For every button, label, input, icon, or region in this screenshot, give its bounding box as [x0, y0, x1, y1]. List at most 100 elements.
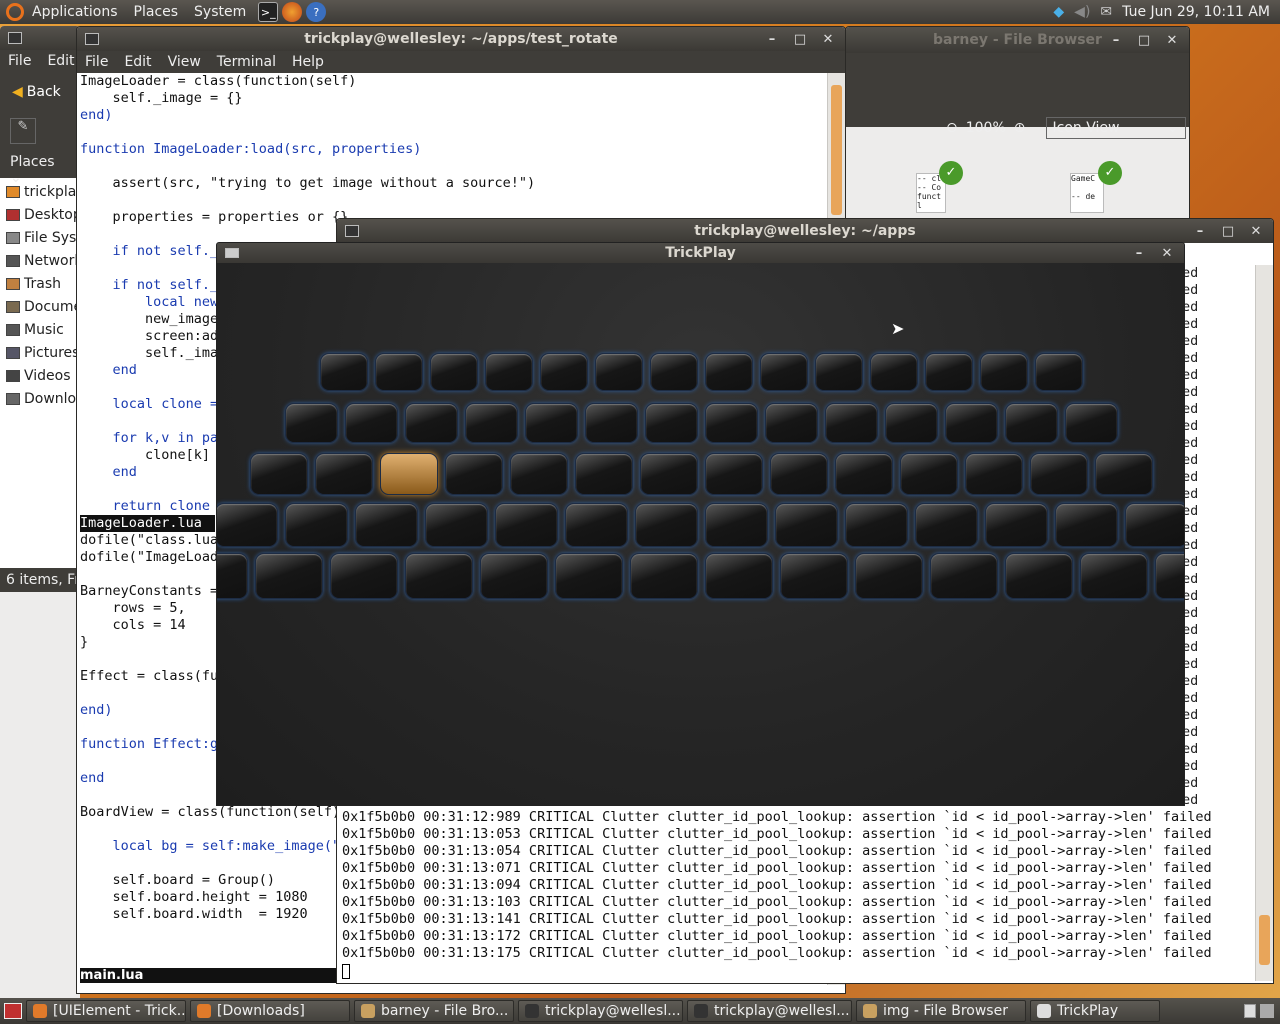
- game-tile[interactable]: [375, 353, 423, 391]
- maximize-icon[interactable]: □: [1221, 224, 1235, 239]
- menu-edit[interactable]: Edit: [116, 54, 159, 70]
- game-tile[interactable]: [485, 353, 533, 391]
- game-tile[interactable]: [525, 403, 578, 443]
- game-tile[interactable]: [510, 453, 568, 495]
- places-dropdown[interactable]: Places ⌄: [0, 150, 80, 186]
- game-tile[interactable]: [760, 353, 808, 391]
- game-tile[interactable]: [705, 403, 758, 443]
- log-scrollbar[interactable]: [1255, 265, 1273, 981]
- mail-icon[interactable]: ✉: [1100, 4, 1112, 20]
- game-tile[interactable]: [640, 453, 698, 495]
- volume-icon[interactable]: ◀): [1074, 4, 1090, 20]
- minimize-icon[interactable]: –: [1109, 33, 1123, 48]
- game-tile[interactable]: [775, 503, 838, 547]
- game-tile[interactable]: [945, 403, 998, 443]
- game-tile[interactable]: [405, 553, 473, 599]
- places-menu[interactable]: Places: [126, 4, 187, 20]
- menu-view[interactable]: View: [160, 54, 209, 70]
- game-tile[interactable]: [1005, 403, 1058, 443]
- edit-location-icon[interactable]: ✎: [10, 118, 36, 144]
- zoom-out-icon[interactable]: ⊖: [946, 120, 958, 136]
- menu-edit[interactable]: Edit: [39, 53, 80, 69]
- game-tile[interactable]: [855, 553, 923, 599]
- dropbox-icon[interactable]: ◆: [1053, 4, 1064, 20]
- place-item[interactable]: Pictures: [0, 341, 80, 364]
- game-tile[interactable]: [315, 453, 373, 495]
- game-tile[interactable]: [1155, 553, 1184, 599]
- game-tile[interactable]: [645, 403, 698, 443]
- game-tile[interactable]: [380, 453, 438, 495]
- game-tile[interactable]: [885, 403, 938, 443]
- game-tile[interactable]: [705, 453, 763, 495]
- game-tile[interactable]: [430, 353, 478, 391]
- game-tile[interactable]: [650, 353, 698, 391]
- clock[interactable]: Tue Jun 29, 10:11 AM: [1122, 4, 1270, 20]
- taskbar-button[interactable]: [UIElement - Trick...: [26, 1000, 186, 1022]
- workspace-switcher-icon[interactable]: [1260, 1004, 1274, 1018]
- game-tile[interactable]: [575, 453, 633, 495]
- game-tile[interactable]: [765, 403, 818, 443]
- game-tile[interactable]: [985, 503, 1048, 547]
- game-tile[interactable]: [250, 453, 308, 495]
- trash-applet-icon[interactable]: [1244, 1004, 1256, 1018]
- place-item[interactable]: Documents: [0, 295, 80, 318]
- menu-terminal[interactable]: Terminal: [209, 54, 284, 70]
- game-tile[interactable]: [915, 503, 978, 547]
- game-tile[interactable]: [1125, 503, 1184, 547]
- game-tile[interactable]: [425, 503, 488, 547]
- minimize-icon[interactable]: –: [765, 32, 779, 47]
- game-tile[interactable]: [705, 553, 773, 599]
- close-icon[interactable]: ✕: [1165, 33, 1179, 48]
- minimize-icon[interactable]: –: [1193, 224, 1207, 239]
- place-item[interactable]: Music: [0, 318, 80, 341]
- menu-help[interactable]: Help: [284, 54, 332, 70]
- game-tile[interactable]: [1055, 503, 1118, 547]
- taskbar-button[interactable]: barney - File Bro...: [354, 1000, 514, 1022]
- game-tile[interactable]: [495, 503, 558, 547]
- close-icon[interactable]: ✕: [1160, 246, 1174, 261]
- game-tile[interactable]: [285, 403, 338, 443]
- game-tile[interactable]: [217, 553, 248, 599]
- game-tile[interactable]: [1035, 353, 1083, 391]
- taskbar-button[interactable]: TrickPlay: [1030, 1000, 1160, 1022]
- game-tile[interactable]: [1005, 553, 1073, 599]
- place-item[interactable]: Downloads: [0, 387, 80, 410]
- log-output[interactable]: 0x1f5b0b0 00:31:12:989 CRITICAL Clutter …: [337, 809, 1257, 962]
- game-tile[interactable]: [770, 453, 828, 495]
- game-tile[interactable]: [217, 503, 278, 547]
- terminal-launcher-icon[interactable]: >_: [258, 2, 279, 22]
- back-button[interactable]: ◀ Back: [0, 72, 80, 112]
- game-tile[interactable]: [635, 503, 698, 547]
- menu-file[interactable]: File: [0, 53, 39, 69]
- zoom-in-icon[interactable]: ⊕: [1014, 120, 1026, 136]
- game-tile[interactable]: [330, 553, 398, 599]
- game-tile[interactable]: [540, 353, 588, 391]
- maximize-icon[interactable]: □: [793, 32, 807, 47]
- game-tile[interactable]: [835, 453, 893, 495]
- place-item[interactable]: Trash: [0, 272, 80, 295]
- game-tile[interactable]: [445, 453, 503, 495]
- game-tile[interactable]: [705, 353, 753, 391]
- game-tile[interactable]: [1065, 403, 1118, 443]
- game-tile[interactable]: [870, 353, 918, 391]
- game-tile[interactable]: [705, 503, 768, 547]
- firefox-launcher-icon[interactable]: [282, 2, 303, 22]
- file-browser-titlebar[interactable]: barney - File Browser – □ ✕: [846, 27, 1189, 53]
- game-tile[interactable]: [285, 503, 348, 547]
- taskbar-button[interactable]: trickplay@wellesl...: [518, 1000, 683, 1022]
- game-tile[interactable]: [815, 353, 863, 391]
- game-tile[interactable]: [345, 403, 398, 443]
- view-mode-select[interactable]: Icon View ⌄: [1045, 117, 1186, 139]
- game-tile[interactable]: [980, 353, 1028, 391]
- close-icon[interactable]: ✕: [821, 32, 835, 47]
- place-item[interactable]: Videos: [0, 364, 80, 387]
- game-tile[interactable]: [1030, 453, 1088, 495]
- place-item[interactable]: Network: [0, 249, 80, 272]
- show-desktop-icon[interactable]: [4, 1003, 22, 1019]
- taskbar-button[interactable]: [Downloads]: [190, 1000, 350, 1022]
- terminal-log-titlebar[interactable]: trickplay@wellesley: ~/apps – □ ✕: [337, 219, 1273, 243]
- place-item[interactable]: Desktop: [0, 203, 80, 226]
- close-icon[interactable]: ✕: [1249, 224, 1263, 239]
- maximize-icon[interactable]: □: [1137, 33, 1151, 48]
- help-launcher-icon[interactable]: ?: [306, 2, 327, 22]
